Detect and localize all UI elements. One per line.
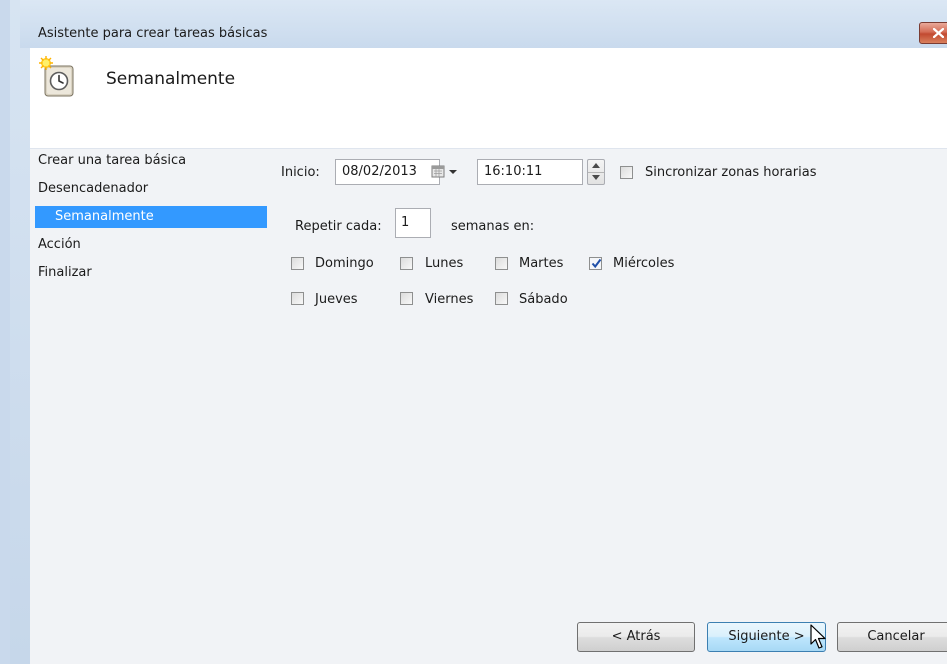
repeat-label: Repetir cada: bbox=[295, 219, 382, 234]
day-label-domingo: Domingo bbox=[315, 256, 374, 271]
wizard-header: Semanalmente bbox=[30, 48, 947, 149]
checkmark-icon bbox=[591, 258, 602, 269]
spinner-divider bbox=[588, 172, 604, 173]
day-label-jueves: Jueves bbox=[315, 292, 358, 307]
cancel-button[interactable]: Cancelar bbox=[837, 622, 947, 652]
mouse-cursor-icon bbox=[810, 624, 828, 656]
close-icon bbox=[933, 28, 944, 38]
sync-timezones-checkbox[interactable] bbox=[620, 166, 633, 179]
time-spinner[interactable] bbox=[587, 159, 605, 185]
calendar-icon bbox=[431, 165, 457, 178]
repeat-weeks-input[interactable]: 1 bbox=[395, 208, 431, 238]
day-label-martes: Martes bbox=[519, 256, 564, 271]
day-label-miercoles: Miércoles bbox=[613, 256, 675, 271]
sync-timezones-label: Sincronizar zonas horarias bbox=[645, 165, 817, 180]
day-checkbox-viernes[interactable] bbox=[400, 292, 413, 305]
day-label-sabado: Sábado bbox=[519, 292, 568, 307]
day-checkbox-domingo[interactable] bbox=[291, 257, 304, 270]
weeks-label: semanas en: bbox=[451, 219, 535, 234]
window-title: Asistente para crear tareas básicas bbox=[38, 26, 268, 41]
day-checkbox-miercoles[interactable] bbox=[589, 257, 602, 270]
nav-item-finalizar[interactable]: Finalizar bbox=[38, 265, 92, 280]
next-button[interactable]: Siguiente > bbox=[707, 622, 826, 652]
back-button[interactable]: < Atrás bbox=[577, 622, 695, 652]
start-time-field[interactable]: 16:10:11 bbox=[477, 159, 583, 185]
start-date-field[interactable]: 08/02/2013 bbox=[335, 159, 440, 185]
page-title: Semanalmente bbox=[106, 69, 236, 89]
close-button[interactable] bbox=[919, 22, 947, 44]
day-label-viernes: Viernes bbox=[425, 292, 474, 307]
nav-item-accion[interactable]: Acción bbox=[38, 237, 81, 252]
wizard-content: Inicio: 08/02/2013 16:10:11 Sincronizar … bbox=[271, 149, 947, 664]
spinner-up-icon[interactable] bbox=[592, 163, 600, 168]
title-bar[interactable]: Asistente para crear tareas básicas bbox=[20, 0, 947, 48]
nav-item-crear-tarea[interactable]: Crear una tarea básica bbox=[38, 153, 186, 168]
wizard-window: Asistente para crear tareas básicas Sema… bbox=[0, 0, 947, 664]
day-checkbox-martes[interactable] bbox=[495, 257, 508, 270]
day-checkbox-lunes[interactable] bbox=[400, 257, 413, 270]
clock-icon bbox=[38, 56, 78, 104]
nav-item-semanalmente[interactable]: Semanalmente bbox=[35, 206, 267, 228]
wizard-steps-pane: Crear una tarea básica Desencadenador Se… bbox=[30, 149, 271, 664]
day-label-lunes: Lunes bbox=[425, 256, 464, 271]
day-checkbox-jueves[interactable] bbox=[291, 292, 304, 305]
date-picker-button[interactable] bbox=[430, 159, 460, 185]
spinner-down-icon[interactable] bbox=[592, 175, 600, 180]
nav-item-desencadenador[interactable]: Desencadenador bbox=[38, 181, 148, 196]
start-label: Inicio: bbox=[281, 165, 320, 180]
day-checkbox-sabado[interactable] bbox=[495, 292, 508, 305]
